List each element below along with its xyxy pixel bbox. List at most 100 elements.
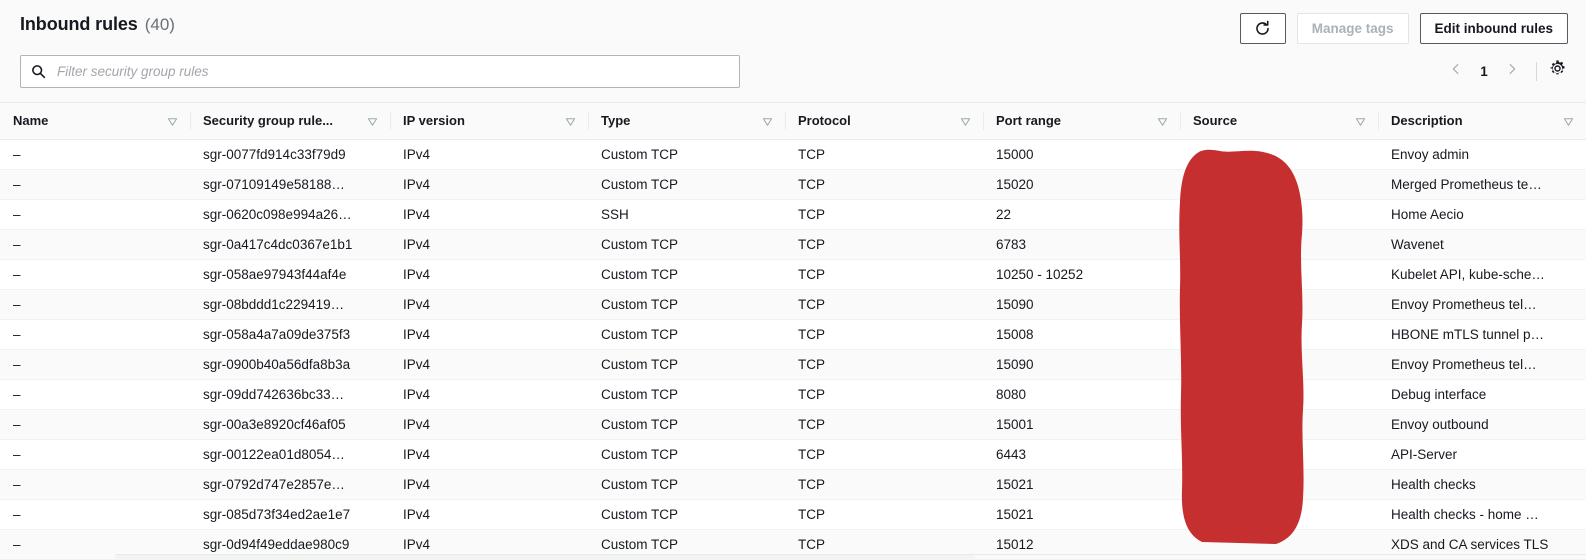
horizontal-scrollbar-thumb[interactable] bbox=[115, 555, 975, 560]
cell-ip-version: IPv4 bbox=[390, 439, 588, 470]
column-header-name[interactable]: Name bbox=[0, 103, 190, 140]
column-header-label: Protocol bbox=[798, 113, 851, 129]
column-header-protocol[interactable]: Protocol bbox=[785, 103, 983, 140]
cell-description: Envoy admin bbox=[1378, 139, 1586, 170]
cell-name: – bbox=[0, 319, 190, 350]
table-row[interactable]: – sgr-0900b40a56dfa8b3a IPv4 Custom TCP TCP 1… bbox=[0, 349, 1586, 380]
cell-security-group-rule-id: sgr-0620c098e994a26… bbox=[190, 199, 390, 230]
edit-inbound-rules-button[interactable]: Edit inbound rules bbox=[1419, 13, 1568, 44]
cell-protocol: TCP bbox=[785, 379, 983, 410]
column-header-label: Port range bbox=[996, 113, 1062, 129]
sort-icon[interactable] bbox=[1157, 115, 1168, 126]
cell-type: Custom TCP bbox=[588, 169, 785, 200]
cell-source bbox=[1180, 259, 1378, 290]
table-row[interactable]: – sgr-00a3e8920cf46af05 IPv4 Custom TCP TCP 1… bbox=[0, 409, 1586, 440]
cell-ip-version: IPv4 bbox=[390, 199, 588, 230]
cell-security-group-rule-id: sgr-0792d747e2857e… bbox=[190, 469, 390, 500]
cell-ip-version: IPv4 bbox=[390, 409, 588, 440]
table-row[interactable]: – sgr-09dd742636bc33… IPv4 Custom TCP TCP 808… bbox=[0, 379, 1586, 410]
table-row[interactable]: – sgr-0620c098e994a26… IPv4 SSH TCP 22 Home Ae… bbox=[0, 199, 1586, 230]
cell-description: Health checks - home … bbox=[1378, 499, 1586, 530]
pagination-prev-button[interactable] bbox=[1441, 56, 1471, 86]
cell-type: Custom TCP bbox=[588, 439, 785, 470]
table-row[interactable]: – sgr-00122ea01d8054… IPv4 Custom TCP TCP 644… bbox=[0, 439, 1586, 470]
cell-source bbox=[1180, 439, 1378, 470]
preferences-button[interactable] bbox=[1546, 60, 1568, 82]
table-row[interactable]: – sgr-058ae97943f44af4e IPv4 Custom TCP TCP 1… bbox=[0, 259, 1586, 290]
table-row[interactable]: – sgr-0792d747e2857e… IPv4 Custom TCP TCP 150… bbox=[0, 469, 1586, 500]
search-box[interactable] bbox=[20, 55, 740, 88]
cell-type: SSH bbox=[588, 199, 785, 230]
pagination-next-button[interactable] bbox=[1497, 56, 1527, 86]
cell-security-group-rule-id: sgr-08bddd1c229419… bbox=[190, 289, 390, 320]
sort-icon[interactable] bbox=[762, 115, 773, 126]
cell-ip-version: IPv4 bbox=[390, 319, 588, 350]
cell-name: – bbox=[0, 199, 190, 230]
cell-protocol: TCP bbox=[785, 349, 983, 380]
pagination-page-1[interactable]: 1 bbox=[1471, 56, 1497, 86]
column-divider bbox=[983, 112, 984, 130]
horizontal-scrollbar[interactable] bbox=[115, 554, 1586, 560]
refresh-button[interactable] bbox=[1239, 13, 1286, 44]
table-row[interactable]: – sgr-08bddd1c229419… IPv4 Custom TCP TCP 150… bbox=[0, 289, 1586, 320]
panel-header: Inbound rules (40) Manage tags Edit inbo… bbox=[0, 0, 1586, 103]
search-input[interactable] bbox=[55, 56, 729, 87]
cell-port-range: 6783 bbox=[983, 229, 1180, 260]
table-row[interactable]: – sgr-0a417c4dc0367e1b1 IPv4 Custom TCP TCP 6… bbox=[0, 229, 1586, 260]
cell-security-group-rule-id: sgr-07109149e58188… bbox=[190, 169, 390, 200]
cell-port-range: 10250 - 10252 bbox=[983, 259, 1180, 290]
rules-count: (40) bbox=[144, 15, 175, 34]
sort-icon[interactable] bbox=[367, 115, 378, 126]
gear-icon bbox=[1548, 59, 1567, 83]
cell-source bbox=[1180, 469, 1378, 500]
column-header-source[interactable]: Source bbox=[1180, 103, 1378, 140]
sort-icon[interactable] bbox=[1563, 115, 1574, 126]
table-row[interactable]: – sgr-085d73f34ed2ae1e7 IPv4 Custom TCP TCP 1… bbox=[0, 499, 1586, 530]
cell-name: – bbox=[0, 349, 190, 380]
cell-type: Custom TCP bbox=[588, 379, 785, 410]
cell-description: Wavenet bbox=[1378, 229, 1586, 260]
cell-source bbox=[1180, 409, 1378, 440]
sort-icon[interactable] bbox=[1355, 115, 1366, 126]
column-header-security-group-rule[interactable]: Security group rule... bbox=[190, 103, 390, 140]
cell-source bbox=[1180, 499, 1378, 530]
cell-port-range: 15008 bbox=[983, 319, 1180, 350]
cell-type: Custom TCP bbox=[588, 319, 785, 350]
cell-name: – bbox=[0, 379, 190, 410]
sort-icon[interactable] bbox=[167, 115, 178, 126]
column-header-label: Type bbox=[601, 113, 631, 129]
header-actions: Manage tags Edit inbound rules bbox=[1239, 13, 1568, 44]
cell-port-range: 15021 bbox=[983, 499, 1180, 530]
column-divider bbox=[1180, 112, 1181, 130]
manage-tags-button[interactable]: Manage tags bbox=[1296, 13, 1409, 44]
column-header-inner: Description bbox=[1391, 113, 1574, 128]
cell-source bbox=[1180, 229, 1378, 260]
table-row[interactable]: – sgr-058a4a7a09de375f3 IPv4 Custom TCP TCP 1… bbox=[0, 319, 1586, 350]
column-header-inner: Port range bbox=[996, 113, 1168, 128]
cell-security-group-rule-id: sgr-09dd742636bc33… bbox=[190, 379, 390, 410]
cell-security-group-rule-id: sgr-00a3e8920cf46af05 bbox=[190, 409, 390, 440]
cell-source bbox=[1180, 199, 1378, 230]
table-row[interactable]: – sgr-0077fd914c33f79d9 IPv4 Custom TCP TCP 1… bbox=[0, 139, 1586, 170]
pagination-divider bbox=[1536, 61, 1537, 81]
cell-name: – bbox=[0, 139, 190, 170]
inbound-rules-panel: Inbound rules (40) Manage tags Edit inbo… bbox=[0, 0, 1586, 560]
sort-icon[interactable] bbox=[565, 115, 576, 126]
table-row[interactable]: – sgr-07109149e58188… IPv4 Custom TCP TCP 150… bbox=[0, 169, 1586, 200]
column-header-label: IP version bbox=[403, 113, 465, 129]
cell-source bbox=[1180, 319, 1378, 350]
cell-ip-version: IPv4 bbox=[390, 139, 588, 170]
column-header-description[interactable]: Description bbox=[1378, 103, 1586, 140]
cell-source bbox=[1180, 349, 1378, 380]
sort-icon[interactable] bbox=[960, 115, 971, 126]
column-header-type[interactable]: Type bbox=[588, 103, 785, 140]
cell-description: Kubelet API, kube-sche… bbox=[1378, 259, 1586, 290]
rules-table-scroll-area[interactable]: Name Security group rule... IP version Type… bbox=[0, 103, 1586, 560]
page-title: Inbound rules bbox=[20, 14, 138, 34]
cell-security-group-rule-id: sgr-00122ea01d8054… bbox=[190, 439, 390, 470]
cell-ip-version: IPv4 bbox=[390, 349, 588, 380]
column-header-inner: Source bbox=[1193, 113, 1366, 128]
cell-name: – bbox=[0, 469, 190, 500]
column-header-port-range[interactable]: Port range bbox=[983, 103, 1180, 140]
column-header-ip-version[interactable]: IP version bbox=[390, 103, 588, 140]
